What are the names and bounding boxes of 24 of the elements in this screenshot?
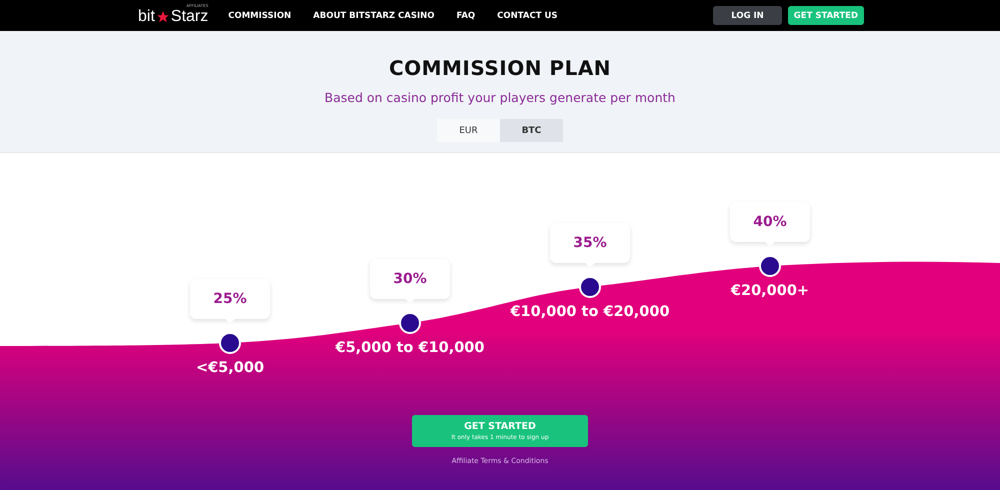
page-title: COMMISSION PLAN: [388, 56, 612, 80]
logo-text: Starz: [170, 8, 208, 26]
nav-link[interactable]: FAQ: [456, 10, 476, 20]
currency-tab[interactable]: BTC: [500, 119, 563, 142]
tier-range: €10,000 to €20,000: [509, 304, 671, 320]
star-icon: [156, 10, 170, 24]
tier-range: €5,000 to €10,000: [334, 340, 486, 356]
nav-link[interactable]: ABOUT BITSTARZ CASINO: [313, 10, 435, 20]
currency-tab[interactable]: EUR: [437, 119, 500, 142]
tier-marker: [579, 276, 601, 298]
login-button[interactable]: LOG IN: [713, 6, 782, 25]
tier-marker: [399, 312, 421, 334]
percent-bubble: 25%: [190, 279, 270, 319]
tier-range: €20,000+: [730, 283, 810, 299]
tier-range: <€5,000: [194, 360, 266, 376]
percent-bubble: 35%: [550, 223, 630, 263]
percent-bubble: 40%: [730, 202, 810, 242]
tier-marker: [759, 255, 781, 277]
percent-bubble: 30%: [370, 259, 450, 299]
tier-marker: [219, 332, 241, 354]
subtitle: Based on casino profit your players generate per month: [324, 90, 676, 106]
nav-link[interactable]: CONTACT US: [497, 10, 558, 20]
logo-text: bit: [138, 8, 155, 26]
nav-link[interactable]: COMMISSION: [228, 10, 292, 20]
